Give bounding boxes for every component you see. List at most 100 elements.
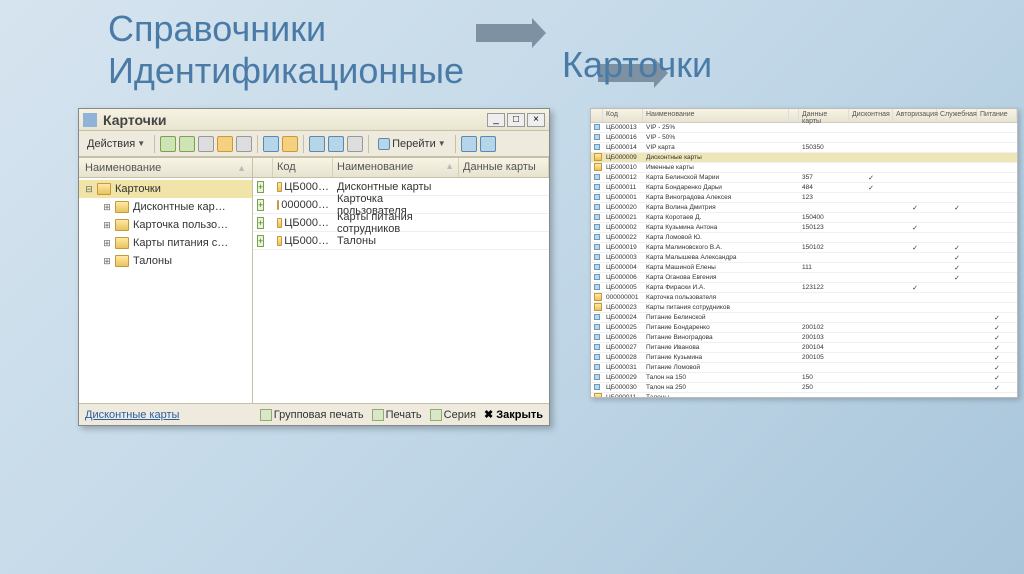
folder-icon [97, 183, 111, 195]
item-icon [594, 264, 600, 270]
col-data[interactable]: Данные карты [799, 109, 849, 122]
col-name[interactable]: Наименование ▲ [333, 158, 459, 177]
col-service[interactable]: Служебная [937, 109, 977, 122]
tree: ⊟ Карточки ⊞ Дисконтные кар… ⊞ Карточка … [79, 178, 252, 403]
table-row[interactable]: + ЦБ000…Карты питания сотрудников [253, 214, 549, 232]
group-print-button[interactable]: Групповая печать [260, 409, 364, 421]
sort-icon[interactable] [347, 136, 363, 152]
copy-icon[interactable] [198, 136, 214, 152]
filter-icon[interactable] [328, 136, 344, 152]
folder-icon [594, 293, 602, 301]
folder-icon [277, 182, 282, 192]
col-meal[interactable]: Питание [977, 109, 1017, 122]
table-row[interactable]: ЦБ000020Карта Волина Дмитрия [591, 203, 1017, 213]
series-button[interactable]: Серия [430, 409, 476, 421]
table-row[interactable]: ЦБ000025Питание Бондаренко200102 [591, 323, 1017, 333]
item-icon [594, 384, 600, 390]
table-row[interactable]: ЦБ000026Питание Виноградова200103 [591, 333, 1017, 343]
folder-icon [277, 218, 282, 228]
item-icon [594, 184, 600, 190]
add-folder-icon[interactable] [179, 136, 195, 152]
table-row[interactable]: ЦБ000019Карта Малиновского В.А.150102 [591, 243, 1017, 253]
minimize-button[interactable]: _ [487, 113, 505, 127]
hierarchy-icon[interactable] [263, 136, 279, 152]
expand-icon[interactable]: + [257, 181, 264, 193]
col-name[interactable]: Наименование [643, 109, 789, 122]
table-row[interactable]: ЦБ000006Карта Оганова Евгения [591, 273, 1017, 283]
table-row[interactable]: ЦБ000016VIP - 50% [591, 133, 1017, 143]
item-icon [594, 284, 600, 290]
table-row[interactable]: ЦБ000022Карта Ломовой Ю. [591, 233, 1017, 243]
help-icon[interactable] [461, 136, 477, 152]
tree-item[interactable]: ⊞ Карточка пользо… [79, 216, 252, 234]
col-data[interactable]: Данные карты [459, 158, 549, 177]
detail-grid-body: ЦБ000013VIP - 25%ЦБ000016VIP - 50%ЦБ0000… [591, 123, 1017, 397]
table-row[interactable]: ЦБ000004Карта Машиной Елены111 [591, 263, 1017, 273]
tree-item[interactable]: ⊞ Карты питания с… [79, 234, 252, 252]
table-row[interactable]: ЦБ000028Питание Кузьмина200105 [591, 353, 1017, 363]
expand-icon[interactable]: ⊞ [101, 202, 113, 213]
item-icon [594, 124, 600, 130]
expand-icon[interactable]: ⊞ [101, 220, 113, 231]
item-icon [594, 134, 600, 140]
move-icon[interactable] [282, 136, 298, 152]
table-row[interactable]: ЦБ000014VIP карта150350 [591, 143, 1017, 153]
col-discount[interactable]: Дисконтная [849, 109, 893, 122]
print-button[interactable]: Печать [372, 409, 422, 421]
col-auth[interactable]: Авторизация [893, 109, 937, 122]
expand-icon[interactable]: + [257, 235, 264, 247]
table-row[interactable]: 000000001Карточка пользователя [591, 293, 1017, 303]
detail-grid: Код Наименование Данные карты Дисконтная… [590, 108, 1018, 398]
table-row[interactable]: ЦБ000009Дисконтные карты [591, 153, 1017, 163]
expand-icon[interactable]: + [257, 199, 264, 211]
edit-icon[interactable] [217, 136, 233, 152]
col-marker[interactable] [253, 158, 273, 177]
col-code[interactable]: Код [603, 109, 643, 122]
close-button[interactable]: × [527, 113, 545, 127]
table-row[interactable]: ЦБ000030Талон на 250250 [591, 383, 1017, 393]
tree-root[interactable]: ⊟ Карточки [79, 180, 252, 198]
table-row[interactable]: + ЦБ000…Талоны [253, 232, 549, 250]
delete-icon[interactable] [236, 136, 252, 152]
table-row[interactable]: ЦБ000005Карта Фираски И.А.123122 [591, 283, 1017, 293]
refresh-icon[interactable] [309, 136, 325, 152]
table-row[interactable]: ЦБ000021Карта Коротаев Д.150400 [591, 213, 1017, 223]
expand-icon[interactable]: ⊞ [101, 238, 113, 249]
list-icon[interactable] [480, 136, 496, 152]
table-row[interactable]: ЦБ000002Карта Кузьмина Антона150123 [591, 223, 1017, 233]
collapse-icon[interactable]: ⊟ [83, 184, 95, 195]
print-icon [372, 409, 384, 421]
titlebar[interactable]: Карточки _ □ × [79, 109, 549, 131]
table-row[interactable]: ЦБ000003Карта Малышева Александра [591, 253, 1017, 263]
table-row[interactable]: ЦБ000024Питание Белинской [591, 313, 1017, 323]
folder-icon [277, 200, 279, 210]
statusbar: Дисконтные карты Групповая печать Печать… [79, 403, 549, 425]
item-icon [594, 334, 600, 340]
expand-icon[interactable]: ⊞ [101, 256, 113, 267]
tree-item[interactable]: ⊞ Талоны [79, 252, 252, 270]
item-icon [594, 234, 600, 240]
maximize-button[interactable]: □ [507, 113, 525, 127]
table-row[interactable]: ЦБ000010Именные карты [591, 163, 1017, 173]
close-button[interactable]: ✖ Закрыть [484, 408, 543, 421]
expand-icon[interactable]: + [257, 217, 264, 229]
table-row[interactable]: ЦБ000027Питание Иванова200104 [591, 343, 1017, 353]
folder-icon [594, 393, 602, 398]
item-icon [594, 344, 600, 350]
goto-menu[interactable]: Перейти ▼ [374, 136, 450, 152]
table-row[interactable]: ЦБ000023Карты питания сотрудников [591, 303, 1017, 313]
status-link[interactable]: Дисконтные карты [85, 409, 179, 421]
table-row[interactable]: ЦБ000029Талон на 150150 [591, 373, 1017, 383]
table-row[interactable]: ЦБ000012Карта Белинской Марии357 [591, 173, 1017, 183]
add-icon[interactable] [160, 136, 176, 152]
table-row[interactable]: ЦБ000011Талоны [591, 393, 1017, 397]
tree-item[interactable]: ⊞ Дисконтные кар… [79, 198, 252, 216]
actions-menu[interactable]: Действия ▼ [83, 136, 149, 152]
table-row[interactable]: ЦБ000031Питание Ломовой [591, 363, 1017, 373]
tree-header[interactable]: Наименование▲ [79, 158, 252, 178]
detail-grid-header: Код Наименование Данные карты Дисконтная… [591, 109, 1017, 123]
table-row[interactable]: ЦБ000001Карта Виноградова Алексея123 [591, 193, 1017, 203]
col-code[interactable]: Код [273, 158, 333, 177]
table-row[interactable]: ЦБ000011Карта Бондаренко Дарьи484 [591, 183, 1017, 193]
folder-icon [594, 163, 602, 171]
